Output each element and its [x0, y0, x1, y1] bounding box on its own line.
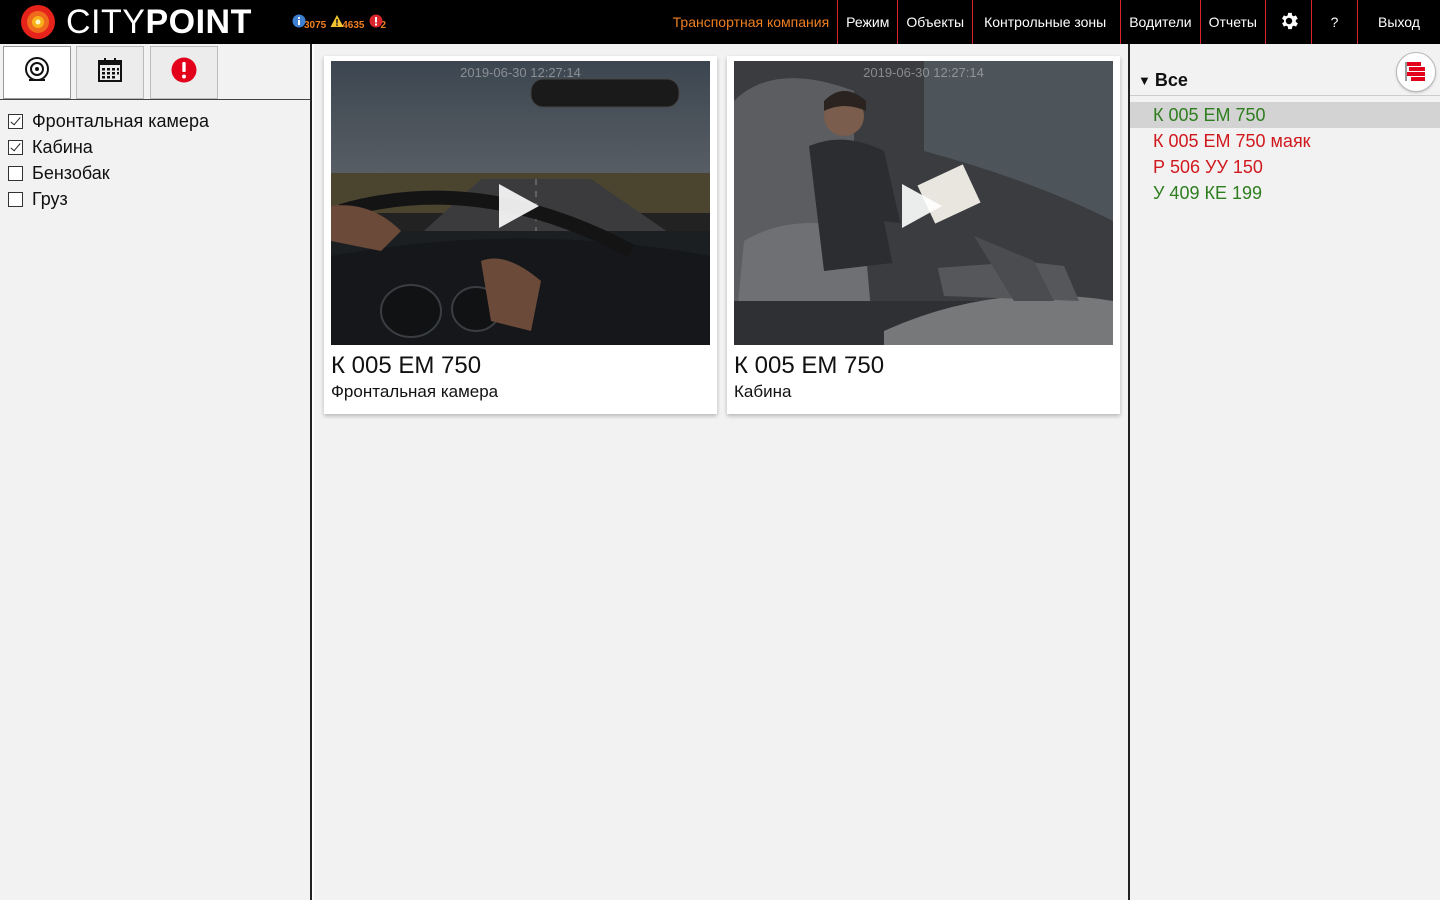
main-nav: Транспортная компания Режим Объекты Конт…: [665, 0, 1440, 44]
layers-icon: [1397, 62, 1435, 95]
tab-alerts[interactable]: [150, 46, 218, 99]
checkbox[interactable]: [8, 191, 23, 207]
divider: [1130, 95, 1440, 96]
warning-icon: [330, 14, 344, 28]
filter-cargo[interactable]: Груз: [0, 186, 310, 212]
settings-button[interactable]: [1266, 0, 1312, 44]
filter-label: Груз: [32, 188, 68, 209]
camera-filter-list: Фронтальная камера Кабина Бензобак Груз: [0, 100, 310, 212]
video-camera-name: Фронтальная камера: [331, 382, 499, 401]
video-grid: 2019-06-30 12:27:14 К 005 ЕМ 750 Фронтал…: [314, 44, 1128, 900]
alert-icon: [369, 14, 383, 28]
help-button[interactable]: ?: [1312, 0, 1358, 44]
camera-icon: [23, 56, 51, 89]
chevron-down-icon[interactable]: ▼: [1138, 73, 1151, 88]
video-timestamp: 2019-06-30 12:27:14: [460, 65, 581, 80]
filter-label: Кабина: [32, 136, 93, 157]
notification-counters: 3075 4635 2: [292, 12, 386, 31]
filter-fuel-tank[interactable]: Бензобак: [0, 160, 310, 186]
warning-count: 4635: [342, 20, 365, 31]
left-panel: Фронтальная камера Кабина Бензобак Груз: [0, 44, 312, 900]
checkbox[interactable]: [8, 165, 23, 181]
tab-calendar[interactable]: [76, 46, 144, 99]
gear-icon: [1278, 10, 1300, 35]
filter-front-camera[interactable]: Фронтальная камера: [0, 108, 310, 134]
logo[interactable]: CITYPOINT: [20, 4, 252, 40]
nav-transport-company[interactable]: Транспортная компания: [665, 0, 839, 44]
info-icon: [292, 14, 306, 28]
calendar-icon: [97, 57, 123, 88]
right-panel: ▼ Все К 005 ЕМ 750 К 005 ЕМ 750 маяк Р 5…: [1128, 44, 1440, 900]
video-thumbnail[interactable]: 2019-06-30 12:27:14: [331, 61, 710, 345]
vehicle-item[interactable]: К 005 ЕМ 750: [1130, 102, 1440, 128]
logout-button[interactable]: Выход: [1358, 0, 1440, 44]
video-thumbnail[interactable]: 2019-06-30 12:27:14: [734, 61, 1113, 345]
video-card[interactable]: 2019-06-30 12:27:14 К 005 ЕМ 750 Фронтал…: [324, 56, 717, 414]
logo-mark-icon: [20, 4, 56, 40]
nav-reports[interactable]: Отчеты: [1201, 0, 1266, 44]
alert-counter[interactable]: 2: [369, 12, 386, 31]
filter-label: Фронтальная камера: [32, 110, 209, 131]
video-plate: К 005 ЕМ 750: [734, 352, 885, 379]
logo-text: CITYPOINT: [66, 3, 252, 41]
checkbox[interactable]: [8, 139, 23, 155]
info-counter[interactable]: 3075: [292, 12, 326, 31]
warning-counter[interactable]: 4635: [330, 12, 365, 31]
play-icon[interactable]: [493, 181, 543, 231]
group-all[interactable]: ▼ Все: [1138, 70, 1188, 91]
filter-label: Бензобак: [32, 162, 110, 183]
left-tabs: [0, 44, 310, 100]
video-timestamp: 2019-06-30 12:27:14: [863, 65, 984, 80]
video-camera-name: Кабина: [734, 382, 792, 401]
vehicle-item[interactable]: Р 506 УУ 150: [1130, 154, 1440, 180]
nav-drivers[interactable]: Водители: [1121, 0, 1201, 44]
layers-button[interactable]: [1396, 52, 1436, 92]
vehicle-item[interactable]: К 005 ЕМ 750 маяк: [1130, 128, 1440, 154]
nav-control-zones[interactable]: Контрольные зоны: [973, 0, 1122, 44]
tab-cameras[interactable]: [3, 46, 71, 99]
filter-cabin[interactable]: Кабина: [0, 134, 310, 160]
video-plate: К 005 ЕМ 750: [331, 352, 482, 379]
top-bar: CITYPOINT 3075 4635 2 Транспортная компа…: [0, 0, 1440, 44]
group-label: Все: [1154, 70, 1188, 90]
alert-icon: [171, 57, 197, 88]
nav-mode[interactable]: Режим: [838, 0, 899, 44]
vehicle-list: К 005 ЕМ 750 К 005 ЕМ 750 маяк Р 506 УУ …: [1130, 102, 1440, 206]
nav-objects[interactable]: Объекты: [898, 0, 974, 44]
play-icon[interactable]: [896, 181, 946, 231]
vehicle-item[interactable]: У 409 КЕ 199: [1130, 180, 1440, 206]
checkbox[interactable]: [8, 113, 23, 129]
video-card[interactable]: 2019-06-30 12:27:14 К 005 ЕМ 750 Кабина: [727, 56, 1120, 414]
info-count: 3075: [304, 20, 327, 31]
